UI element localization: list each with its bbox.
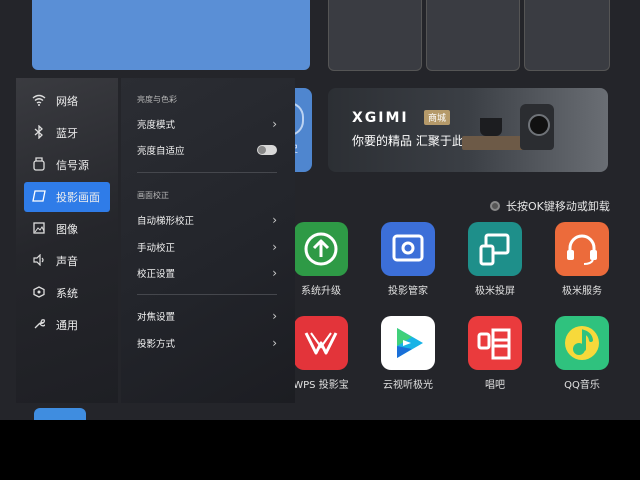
brightness-mode-item[interactable]: 亮度模式 › — [137, 116, 277, 132]
projector-lens-image — [528, 114, 550, 136]
chevron-right-icon: › — [272, 309, 277, 323]
ok-button-icon — [490, 201, 500, 211]
menu-item-bluetooth[interactable]: 蓝牙 — [24, 118, 110, 148]
menu-item-system[interactable]: 系统 — [24, 278, 110, 308]
xgimi-shop-banner[interactable]: XGIMI 商城 你要的精品 汇聚于此 — [328, 88, 608, 172]
menu-item-projection[interactable]: 投影画面 — [24, 182, 110, 212]
menu-label: 声音 — [56, 255, 78, 268]
auto-brightness-toggle[interactable] — [257, 145, 277, 155]
projection-mode-label: 投影方式 — [137, 339, 176, 350]
image-icon — [30, 221, 48, 237]
chevron-right-icon: › — [272, 117, 277, 131]
banner-cup-image — [480, 118, 502, 136]
projection-icon — [30, 189, 48, 205]
settings-menu: 网络 蓝牙 信号源 投影画面 图像 声音 系统 通用 — [16, 78, 118, 403]
bluetooth-icon — [30, 123, 48, 142]
auto-brightness-label: 亮度自适应 — [137, 146, 185, 157]
auto-keystone-item[interactable]: 自动梯形校正 › — [137, 212, 277, 228]
app-label: 唱吧 — [485, 380, 505, 391]
headset-icon — [555, 222, 609, 276]
app-xgimi-service[interactable]: 极米服务 — [542, 222, 622, 297]
banner-brand: XGIMI — [352, 110, 409, 126]
top-tile-blue[interactable] — [32, 0, 310, 70]
menu-label: 图像 — [56, 223, 78, 236]
app-label: 极米服务 — [562, 286, 602, 297]
wifi-icon — [30, 94, 48, 109]
changba-icon — [468, 316, 522, 370]
yunshi-icon — [381, 316, 435, 370]
app-yunshi[interactable]: 云视听极光 — [368, 316, 448, 391]
system-icon — [30, 285, 48, 301]
letterbox-bar — [0, 420, 640, 480]
menu-label: 网络 — [56, 95, 78, 108]
projector-manager-icon — [381, 222, 435, 276]
correction-settings-label: 校正设置 — [137, 269, 176, 280]
app-qq-music[interactable]: QQ音乐 — [542, 316, 622, 391]
chevron-right-icon: › — [272, 336, 277, 350]
menu-item-image[interactable]: 图像 — [24, 214, 110, 244]
section-title-brightness: 亮度与色彩 — [137, 95, 177, 104]
app-label: 投影管家 — [388, 286, 428, 297]
menu-label: 投影画面 — [56, 191, 100, 204]
bottom-tile-partial[interactable] — [34, 408, 86, 420]
wrench-icon — [30, 318, 48, 333]
top-tile-2[interactable] — [328, 0, 422, 71]
app-label: QQ音乐 — [564, 380, 600, 391]
menu-item-network[interactable]: 网络 — [24, 86, 110, 116]
app-label: 极米投屏 — [475, 286, 515, 297]
auto-brightness-item[interactable]: 亮度自适应 — [137, 142, 277, 158]
menu-label: 系统 — [56, 287, 78, 300]
hint-text: 长按OK键移动或卸载 — [506, 200, 610, 213]
tv-home-screen: 史 XGIMI 商城 你要的精品 汇聚于此 长按OK键移动或卸载 系统升级 投影… — [0, 0, 640, 420]
screen-cast-icon — [468, 222, 522, 276]
chevron-right-icon: › — [272, 213, 277, 227]
banner-shop-tag: 商城 — [424, 110, 451, 125]
top-tile-4[interactable] — [524, 0, 610, 71]
app-projector-manager[interactable]: 投影管家 — [368, 222, 448, 297]
upgrade-icon — [294, 222, 348, 276]
input-source-icon — [30, 156, 48, 174]
divider — [137, 172, 277, 173]
app-label: 云视听极光 — [383, 380, 433, 391]
banner-slogan: 你要的精品 汇聚于此 — [352, 134, 464, 148]
menu-label: 信号源 — [56, 159, 89, 172]
divider — [137, 294, 277, 295]
auto-keystone-label: 自动梯形校正 — [137, 216, 195, 227]
manual-correction-item[interactable]: 手动校正 › — [137, 239, 277, 255]
app-screen-cast[interactable]: 极米投屏 — [455, 222, 535, 297]
menu-item-general[interactable]: 通用 — [24, 310, 110, 340]
wps-icon — [294, 316, 348, 370]
projection-mode-item[interactable]: 投影方式 › — [137, 335, 277, 351]
move-uninstall-hint: 长按OK键移动或卸载 — [490, 198, 610, 214]
speaker-icon — [30, 253, 48, 269]
projection-submenu: 亮度与色彩 亮度模式 › 亮度自适应 画面校正 自动梯形校正 › 手动校正 › … — [121, 78, 295, 403]
app-changba[interactable]: 唱吧 — [455, 316, 535, 391]
manual-correction-label: 手动校正 — [137, 243, 176, 254]
qq-music-icon — [555, 316, 609, 370]
menu-label: 蓝牙 — [56, 127, 78, 140]
chevron-right-icon: › — [272, 266, 277, 280]
menu-item-sound[interactable]: 声音 — [24, 246, 110, 276]
top-tile-3[interactable] — [426, 0, 520, 71]
focus-settings-label: 对焦设置 — [137, 312, 176, 323]
focus-settings-item[interactable]: 对焦设置 › — [137, 308, 277, 324]
brightness-mode-label: 亮度模式 — [137, 120, 176, 131]
section-title-correction: 画面校正 — [137, 191, 169, 200]
menu-item-input-source[interactable]: 信号源 — [24, 150, 110, 180]
chevron-right-icon: › — [272, 240, 277, 254]
menu-label: 通用 — [56, 319, 78, 332]
correction-settings-item[interactable]: 校正设置 › — [137, 265, 277, 281]
